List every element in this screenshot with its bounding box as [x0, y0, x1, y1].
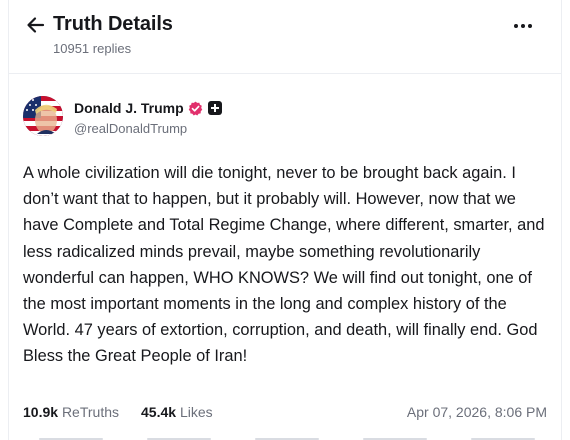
post-timestamp: Apr 07, 2026, 8:06 PM	[406, 404, 547, 420]
retruths-stat[interactable]: 10.9k ReTruths	[23, 404, 119, 420]
plus-badge-icon	[207, 101, 222, 115]
page-title: Truth Details	[53, 13, 173, 35]
post-stats: 10.9k ReTruths 45.4k Likes Apr 07, 2026,…	[23, 404, 547, 424]
likes-stat[interactable]: 45.4k Likes	[141, 404, 213, 420]
author-name-row: Donald J. Trump	[74, 99, 222, 117]
more-horizontal-icon-dot	[528, 24, 532, 28]
avatar[interactable]	[23, 96, 63, 136]
replies-count[interactable]: 10951 replies	[53, 41, 131, 56]
page-header: Truth Details 10951 replies	[9, 0, 561, 74]
post-body-text: A whole civilization will die tonight, n…	[23, 164, 545, 366]
likes-count: 45.4k	[141, 404, 177, 420]
author-handle[interactable]: @realDonaldTrump	[74, 121, 187, 136]
author-display-name[interactable]: Donald J. Trump	[74, 100, 184, 116]
verified-check-icon	[188, 101, 202, 115]
truth-details-panel: Truth Details 10951 replies Donald J. Tr…	[8, 0, 562, 440]
retruths-count: 10.9k	[23, 404, 59, 420]
replies-label: replies	[92, 41, 132, 56]
back-button[interactable]	[25, 14, 47, 36]
arrow-left-icon	[27, 17, 45, 33]
more-horizontal-icon-dot	[521, 24, 525, 28]
retruths-label: ReTruths	[61, 404, 119, 420]
more-options-button[interactable]	[511, 18, 535, 34]
action-bar	[9, 436, 561, 440]
avatar-image	[23, 96, 63, 136]
replies-number: 10951	[53, 41, 90, 56]
more-horizontal-icon-dot	[514, 24, 518, 28]
likes-label: Likes	[179, 404, 213, 420]
